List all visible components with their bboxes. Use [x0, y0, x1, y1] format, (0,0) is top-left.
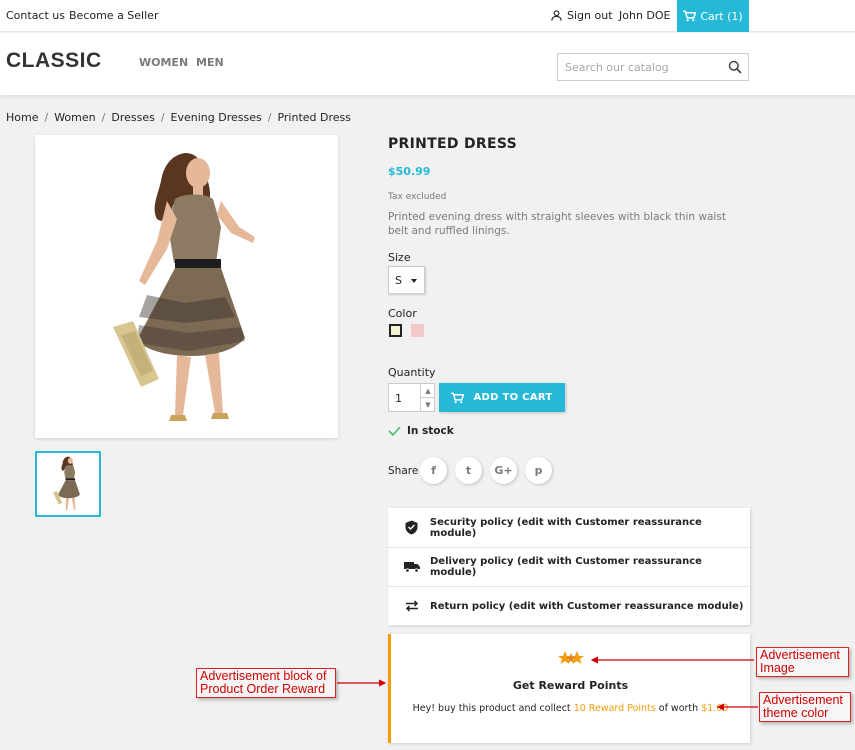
annotation-arrows [337, 656, 758, 711]
annotation-advertisement-image: Advertisement Image [756, 647, 849, 677]
annotation-theme-color: Advertisement theme color [759, 692, 851, 722]
annotation-advertisement-block: Advertisement block of Product Order Rew… [196, 668, 336, 698]
